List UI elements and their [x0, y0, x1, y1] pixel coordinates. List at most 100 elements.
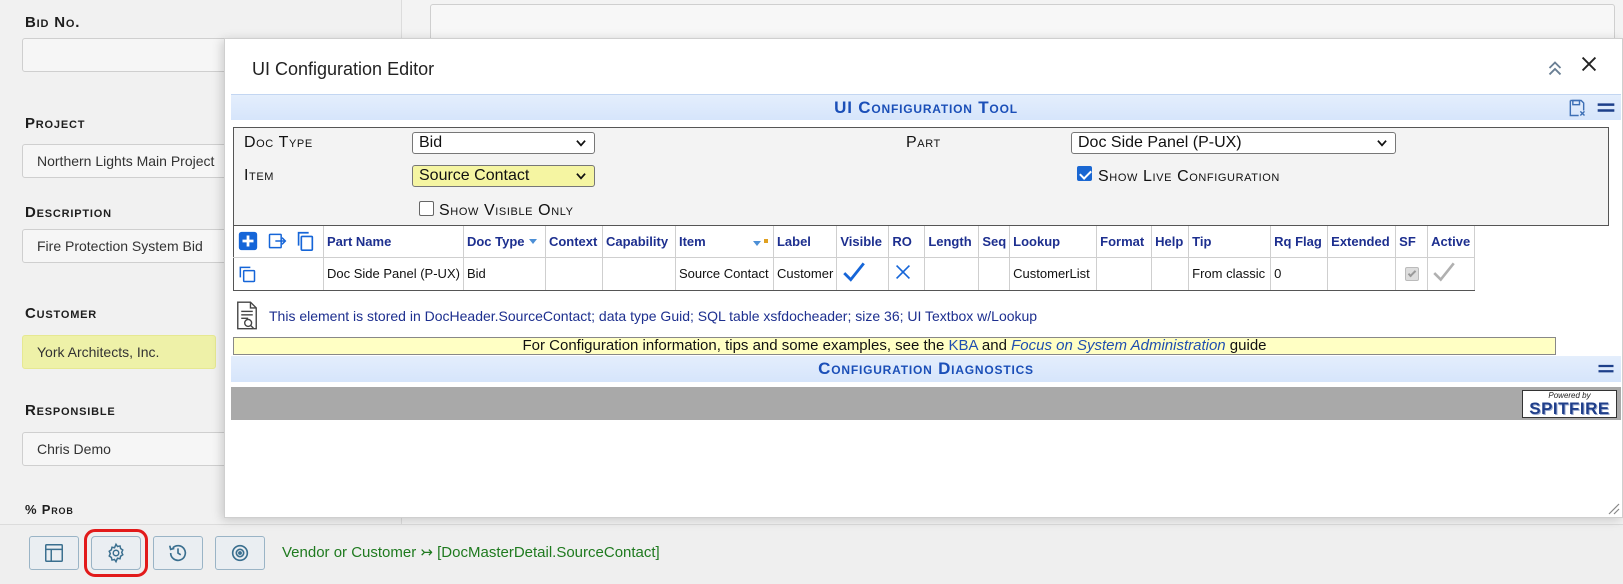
export-icon[interactable] [267, 231, 287, 251]
chevron-down-icon [576, 140, 586, 147]
checkmark-icon [843, 262, 866, 282]
cell-ro[interactable] [888, 257, 926, 291]
show-visible-only-checkbox[interactable] [419, 201, 434, 216]
col-item[interactable]: Item [675, 226, 774, 258]
chevron-down-icon [576, 173, 586, 180]
target-button[interactable] [215, 536, 265, 570]
part-label: Part [906, 134, 941, 151]
col-seq[interactable]: Seq [978, 226, 1011, 258]
duplicate-icon[interactable] [237, 264, 257, 284]
collapse-icon[interactable] [1544, 57, 1566, 79]
sort-icon [529, 238, 538, 244]
cell-label[interactable]: Customer [773, 257, 838, 291]
col-item-label: Item [678, 233, 706, 249]
copy-icon[interactable] [294, 230, 316, 252]
field-label-customer: Customer [25, 305, 98, 322]
col-active[interactable]: Active [1427, 226, 1476, 258]
checkmark-icon [1433, 262, 1455, 282]
show-live-configuration-checkbox[interactable] [1077, 166, 1092, 181]
field-label-prob: % Prob [25, 502, 74, 517]
field-label-bid-no: Bid No. [25, 14, 81, 31]
col-length[interactable]: Length [924, 226, 980, 258]
show-live-configuration-label: Show Live Configuration [1098, 168, 1280, 185]
field-label-responsible: Responsible [25, 402, 116, 419]
document-info-icon [237, 301, 257, 330]
col-format[interactable]: Format [1096, 226, 1153, 258]
col-part-name[interactable]: Part Name [323, 226, 464, 258]
table-row[interactable]: Doc Side Panel (P-UX) Bid Source Contact… [233, 257, 1476, 291]
save-layout-icon[interactable] [1567, 98, 1587, 118]
ui-configuration-editor-dialog: UI Configuration Editor UI Configuration… [224, 38, 1623, 518]
configuration-grid: Part Name Doc Type Context Capability It… [233, 226, 1476, 291]
doc-type-label: Doc Type [244, 134, 313, 151]
item-select[interactable]: Source Contact [412, 165, 595, 187]
customer-field[interactable]: York Architects, Inc. [22, 335, 216, 369]
cell-item[interactable]: Source Contact [675, 257, 774, 291]
cell-seq[interactable] [978, 257, 1011, 291]
row-actions-cell [233, 257, 324, 291]
configuration-filters: Doc Type Bid Part Doc Side Panel (P-UX) … [233, 127, 1609, 226]
cell-capability[interactable] [602, 257, 676, 291]
col-extended[interactable]: Extended [1327, 226, 1397, 258]
col-context[interactable]: Context [545, 226, 603, 258]
status-text: Vendor or Customer ↣ [DocMasterDetail.So… [282, 544, 660, 561]
chevron-down-icon [1377, 140, 1387, 147]
cell-visible[interactable] [836, 257, 890, 291]
history-icon [168, 544, 187, 562]
doc-type-select[interactable]: Bid [412, 132, 595, 154]
banner-prefix: For Configuration information, tips and … [522, 337, 949, 354]
target-icon [231, 544, 249, 562]
sort-filter-icon [752, 238, 768, 246]
col-sf[interactable]: SF [1395, 226, 1429, 258]
layout-button[interactable] [29, 536, 79, 570]
grid-toolbar-cell [233, 226, 324, 258]
tool-title: UI Configuration Tool [834, 98, 1018, 117]
show-visible-only-label: Show Visible Only [439, 202, 574, 219]
cell-lookup[interactable]: CustomerList [1009, 257, 1098, 291]
kba-link[interactable]: KBA [949, 337, 978, 354]
add-icon[interactable] [237, 230, 259, 252]
doc-type-value: Bid [419, 134, 443, 151]
cell-help[interactable] [1151, 257, 1190, 291]
item-value: Source Contact [419, 167, 530, 184]
cell-sf[interactable] [1395, 257, 1429, 291]
menu-icon[interactable] [1595, 98, 1617, 118]
field-label-project: Project [25, 115, 86, 132]
diagnostics-bar: Powered by SPITFIRE [231, 387, 1621, 420]
layout-icon [45, 544, 63, 562]
diagnostics-header[interactable]: Configuration Diagnostics [231, 356, 1621, 382]
col-doc-type-label: Doc Type [466, 233, 525, 249]
sf-checkbox [1405, 266, 1420, 281]
cell-format[interactable] [1096, 257, 1153, 291]
brand-logo-text: SPITFIRE [1529, 399, 1610, 418]
cell-extended[interactable] [1327, 257, 1397, 291]
menu-icon[interactable] [1595, 360, 1617, 378]
settings-button[interactable] [84, 529, 148, 577]
col-label[interactable]: Label [773, 226, 838, 258]
cell-part-name[interactable]: Doc Side Panel (P-UX) [323, 257, 464, 291]
x-icon [896, 264, 911, 280]
cell-doc-type[interactable]: Bid [463, 257, 546, 291]
history-button[interactable] [153, 536, 203, 570]
col-help[interactable]: Help [1151, 226, 1190, 258]
storage-info-text: This element is stored in DocHeader.Sour… [269, 308, 1038, 324]
resize-handle-icon[interactable] [1606, 501, 1620, 515]
col-visible[interactable]: Visible [836, 226, 890, 258]
col-tip[interactable]: Tip [1188, 226, 1272, 258]
tool-header: UI Configuration Tool [231, 94, 1621, 120]
part-select[interactable]: Doc Side Panel (P-UX) [1071, 132, 1396, 154]
col-rq-flag[interactable]: Rq Flag [1270, 226, 1329, 258]
col-doc-type[interactable]: Doc Type [463, 226, 546, 258]
part-value: Doc Side Panel (P-UX) [1078, 134, 1242, 151]
cell-active[interactable] [1427, 257, 1476, 291]
col-lookup[interactable]: Lookup [1009, 226, 1098, 258]
col-ro[interactable]: RO [888, 226, 926, 258]
storage-info: This element is stored in DocHeader.Sour… [233, 301, 1037, 331]
cell-rq-flag[interactable]: 0 [1270, 257, 1329, 291]
close-icon[interactable] [1578, 53, 1600, 75]
col-capability[interactable]: Capability [602, 226, 676, 258]
cell-tip[interactable]: From classic [1188, 257, 1272, 291]
focus-guide-link[interactable]: Focus on System Administration [1011, 337, 1226, 354]
cell-length[interactable] [924, 257, 980, 291]
cell-context[interactable] [545, 257, 603, 291]
